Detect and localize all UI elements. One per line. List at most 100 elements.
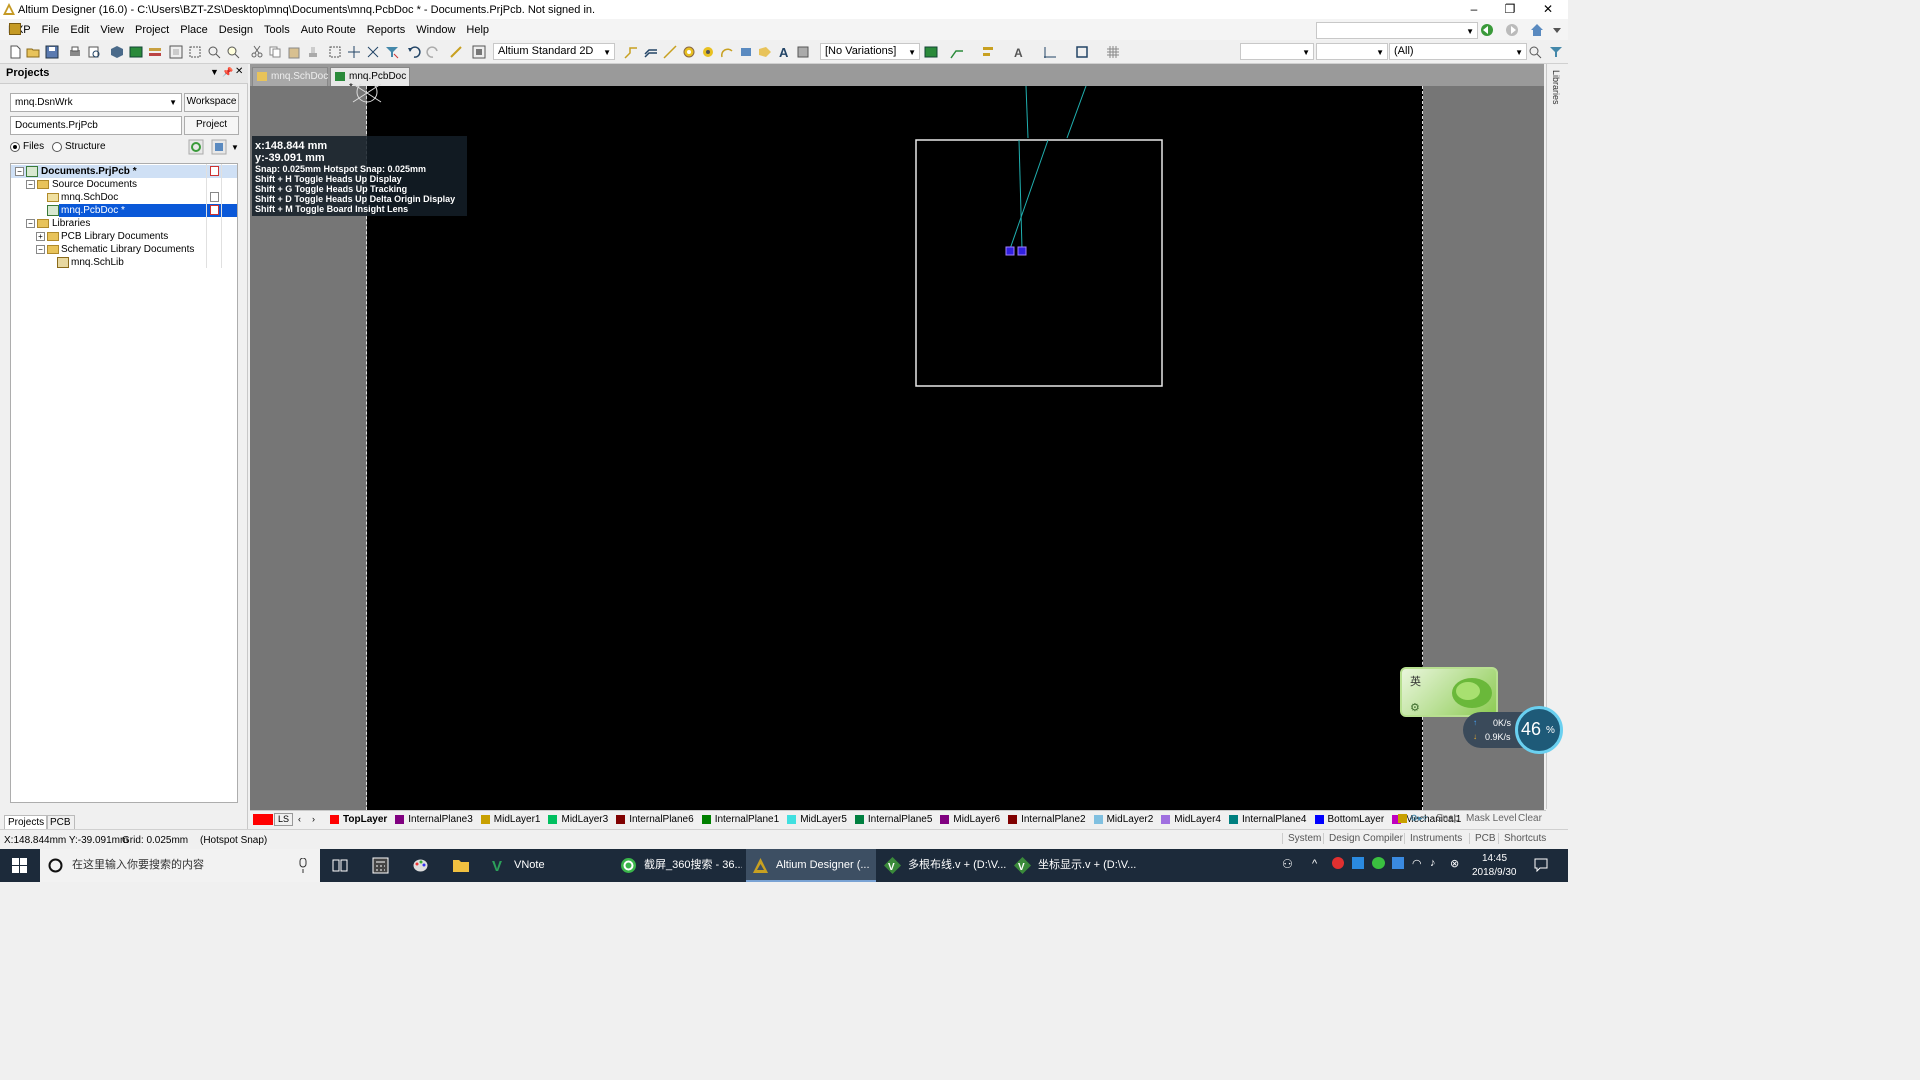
save-icon[interactable]: [45, 45, 59, 59]
collapse-icon[interactable]: −: [26, 219, 35, 228]
nav-address-select[interactable]: ▼: [1316, 22, 1478, 39]
filter-select-1[interactable]: ▼: [1240, 43, 1314, 60]
layer-tab-internalplane6[interactable]: InternalPlane6: [614, 814, 694, 825]
pad-2[interactable]: [1017, 246, 1027, 256]
filter-all-select[interactable]: (All) ▼: [1389, 43, 1527, 60]
menu-help[interactable]: Help: [466, 24, 489, 36]
tree-item-pcb-libraries[interactable]: + PCB Library Documents: [11, 230, 237, 243]
status-shortcuts-button[interactable]: Shortcuts: [1498, 833, 1546, 844]
close-button[interactable]: ✕: [1530, 0, 1566, 19]
copy-icon[interactable]: [268, 45, 282, 59]
calculator-icon[interactable]: [372, 857, 389, 874]
layer-tab-internalplane4[interactable]: InternalPlane4: [1227, 814, 1307, 825]
notification-center-icon[interactable]: [1534, 858, 1548, 872]
room-icon[interactable]: [1075, 45, 1089, 59]
tree-item-schdoc[interactable]: mnq.SchDoc: [11, 191, 237, 204]
people-icon[interactable]: ⚇: [1282, 857, 1293, 871]
place-polygon-icon[interactable]: [758, 45, 772, 59]
layer-tab-internalplane1[interactable]: InternalPlane1: [700, 814, 779, 825]
tree-item-libraries[interactable]: − Libraries: [11, 217, 237, 230]
taskbar-item-altium[interactable]: Altium Designer (...: [746, 849, 876, 882]
layer-tab-midlayer5[interactable]: MidLayer5: [785, 814, 847, 825]
filter-select-2[interactable]: ▼: [1316, 43, 1388, 60]
layer-stack-icon[interactable]: [148, 45, 162, 59]
redo-icon[interactable]: [426, 45, 440, 59]
collapse-icon[interactable]: −: [36, 245, 45, 254]
undo-icon[interactable]: [407, 45, 421, 59]
multi-route-icon[interactable]: [644, 45, 658, 59]
tray-antivirus-icon[interactable]: [1332, 857, 1344, 869]
layer-tab-bottomlayer[interactable]: BottomLayer: [1313, 814, 1384, 825]
layer-tab-internalplane5[interactable]: InternalPlane5: [853, 814, 932, 825]
microphone-icon[interactable]: [297, 858, 309, 873]
tray-shield-icon[interactable]: [1352, 857, 1364, 869]
zoom-selected-icon[interactable]: [207, 45, 221, 59]
layer-tab-midlayer2[interactable]: MidLayer2: [1092, 814, 1153, 825]
tray-bluetooth-icon[interactable]: [1392, 857, 1404, 869]
tree-item-project[interactable]: − Documents.PrjPcb *: [11, 165, 237, 178]
layer-tab-midlayer1[interactable]: MidLayer1: [479, 814, 540, 825]
panel-tab-pcb[interactable]: PCB: [46, 815, 75, 830]
task-view-icon[interactable]: [332, 858, 348, 873]
layer-tab-midlayer6[interactable]: MidLayer6: [938, 814, 1000, 825]
clear-filter-icon[interactable]: [385, 45, 399, 59]
grid-icon[interactable]: [1106, 45, 1120, 59]
radio-structure[interactable]: Structure: [52, 141, 106, 152]
status-pcb-button[interactable]: PCB: [1469, 833, 1496, 844]
paste-icon[interactable]: [287, 45, 301, 59]
layer-tab-internalplane2[interactable]: InternalPlane2: [1006, 814, 1086, 825]
nav-dropdown-icon[interactable]: [1550, 23, 1564, 37]
menu-design[interactable]: Design: [219, 24, 253, 36]
zoom-fit-icon[interactable]: [169, 45, 183, 59]
place-component-icon[interactable]: [796, 45, 810, 59]
3d-view-icon[interactable]: [110, 45, 124, 59]
rubber-stamp-icon[interactable]: [306, 45, 320, 59]
open-folder-icon[interactable]: [26, 45, 40, 59]
clear-button[interactable]: Clear: [1518, 813, 1542, 824]
menu-project[interactable]: Project: [135, 24, 169, 36]
layer-tab-midlayer3[interactable]: MidLayer3: [546, 814, 608, 825]
tree-item-sch-libraries[interactable]: − Schematic Library Documents: [11, 243, 237, 256]
zoom-area-icon[interactable]: [188, 45, 202, 59]
collapse-icon[interactable]: −: [15, 167, 24, 176]
new-file-icon[interactable]: [8, 45, 22, 59]
tree-item-pcbdoc[interactable]: mnq.PcbDoc *: [11, 204, 237, 217]
pcb-board-icon[interactable]: [129, 45, 143, 59]
pin-icon[interactable]: 📌: [222, 67, 233, 78]
back-arrow-icon[interactable]: [1480, 23, 1494, 37]
workspace-button[interactable]: Workspace: [184, 93, 239, 112]
panel-menu-icon[interactable]: ▼: [210, 67, 219, 77]
layer-more-icon[interactable]: ⚙▸▿: [1410, 813, 1427, 824]
move-icon[interactable]: [347, 45, 361, 59]
volume-icon[interactable]: ♪: [1430, 857, 1436, 869]
home-icon[interactable]: [1530, 23, 1544, 37]
file-explorer-icon[interactable]: [452, 857, 470, 873]
taskbar-item-360-search[interactable]: 截屏_360搜索 - 36...: [614, 849, 742, 882]
network-meter-widget[interactable]: ↑ 0K/s ↓ 0.9K/s 46 %: [1463, 706, 1565, 754]
minimize-button[interactable]: –: [1456, 0, 1492, 19]
layer-scroll-right-icon[interactable]: ›: [312, 814, 315, 824]
interactive-route-icon[interactable]: [624, 45, 638, 59]
clock-time[interactable]: 14:45: [1482, 853, 1507, 864]
libraries-tab[interactable]: Libraries: [1551, 70, 1561, 105]
paint-app-icon[interactable]: [412, 857, 429, 874]
align-icon[interactable]: [981, 45, 995, 59]
menu-reports[interactable]: Reports: [367, 24, 406, 36]
diff-pair-icon[interactable]: [663, 45, 677, 59]
maximize-button[interactable]: ❐: [1492, 0, 1528, 19]
zoom-filter-icon[interactable]: [226, 45, 240, 59]
pad-1[interactable]: [1005, 246, 1015, 256]
refresh-icon[interactable]: [188, 139, 204, 155]
status-system-button[interactable]: System: [1282, 833, 1321, 844]
variant-manager-icon[interactable]: [924, 45, 938, 59]
place-pad-icon[interactable]: [682, 45, 696, 59]
taskbar-item-vnote[interactable]: V VNote: [484, 849, 604, 882]
deselect-icon[interactable]: [366, 45, 380, 59]
place-arc-icon[interactable]: [720, 45, 734, 59]
cut-icon[interactable]: [250, 45, 264, 59]
project-options-icon[interactable]: [211, 139, 227, 155]
place-dimension-icon[interactable]: [1043, 45, 1057, 59]
tree-item-source-documents[interactable]: − Source Documents: [11, 178, 237, 191]
project-options-dropdown-icon[interactable]: ▼: [231, 143, 239, 152]
print-icon[interactable]: [68, 45, 82, 59]
